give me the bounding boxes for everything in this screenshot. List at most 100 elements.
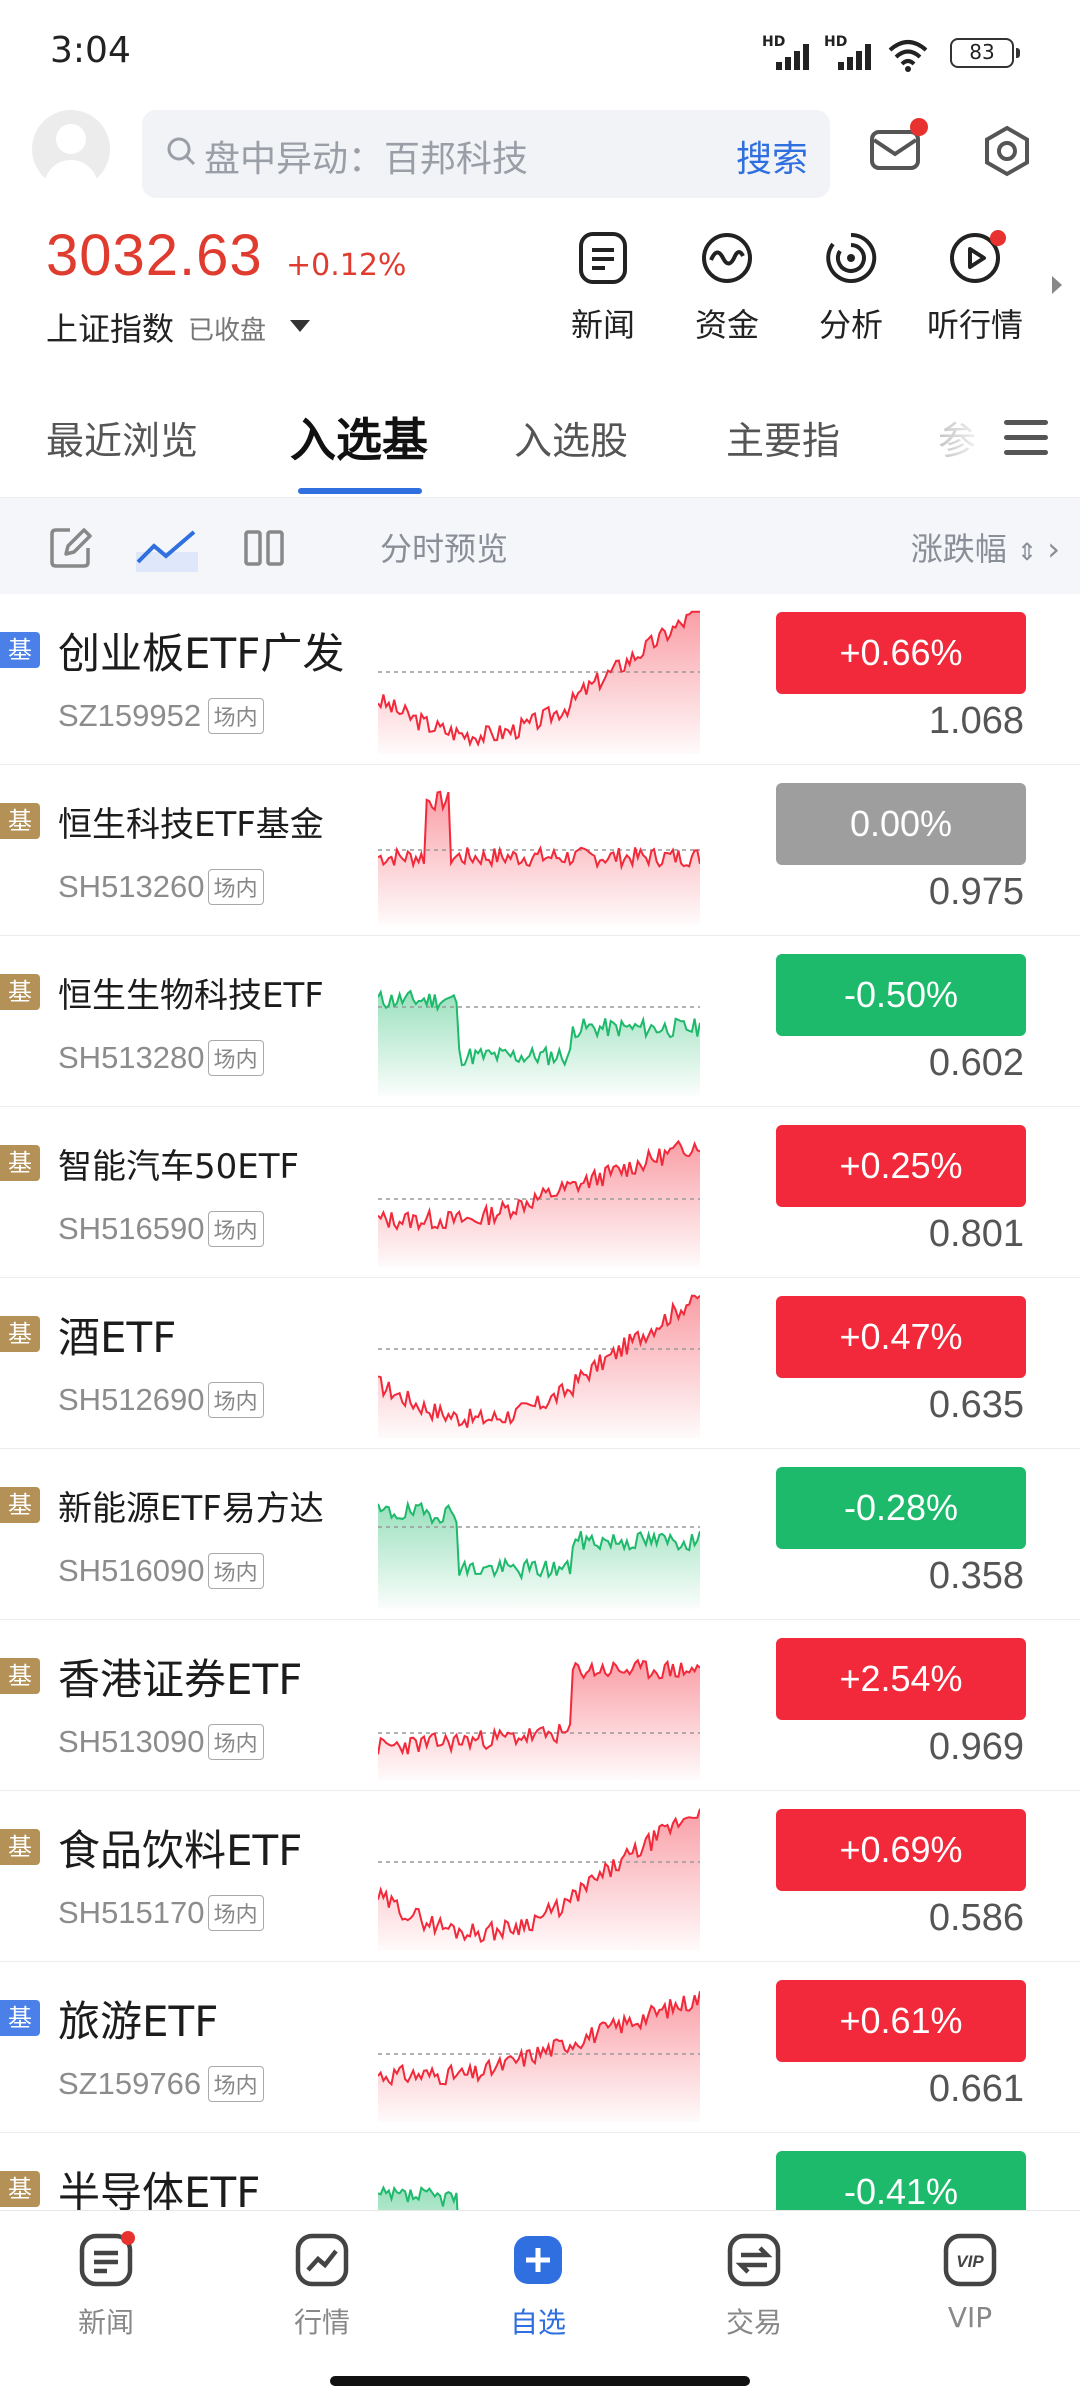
- fund-price: 0.969: [928, 1726, 1024, 1768]
- fund-code: SZ159766: [58, 2066, 202, 2101]
- fund-price: 0.975: [928, 871, 1024, 913]
- chevron-down-icon[interactable]: [290, 320, 310, 332]
- top-bar: 盘中异动：百邦科技 搜索: [0, 100, 1080, 210]
- nav-news[interactable]: 新闻: [36, 2231, 176, 2341]
- fund-name: 创业板ETF广发: [58, 629, 345, 678]
- tab-selected-stocks[interactable]: 入选股: [514, 410, 628, 465]
- fund-type-tag: 基: [0, 1487, 40, 1523]
- market-badge: 场内: [207, 1895, 264, 1931]
- list-item[interactable]: 基创业板ETF广发 SZ159952 场内 +0.66% 1.068: [0, 594, 1080, 765]
- mail-notification-dot: [910, 118, 928, 136]
- intraday-sparkline: [378, 1294, 700, 1438]
- quick-link-label: 分析: [818, 306, 883, 344]
- nav-trade[interactable]: 交易: [684, 2231, 824, 2341]
- change-badge[interactable]: -0.28%: [776, 1467, 1026, 1549]
- list-item[interactable]: 基半导体ETF -0.41%: [0, 2133, 1080, 2210]
- home-indicator: [330, 2376, 750, 2386]
- active-tab-indicator: [298, 488, 422, 494]
- tab-recent[interactable]: 最近浏览: [46, 410, 198, 465]
- change-badge[interactable]: +2.54%: [776, 1638, 1026, 1720]
- wifi-icon: [888, 40, 928, 72]
- index-name: 上证指数: [46, 310, 175, 348]
- avatar[interactable]: [32, 110, 110, 188]
- change-badge[interactable]: -0.50%: [776, 954, 1026, 1036]
- nav-market[interactable]: 行情: [252, 2231, 392, 2341]
- bottom-nav: 新闻 行情 自选 交易 VIP VIP: [0, 2210, 1080, 2400]
- search-bar[interactable]: 盘中异动：百邦科技 搜索: [142, 110, 830, 198]
- quick-link-label: 听行情: [926, 306, 1023, 344]
- analysis-icon: [826, 232, 877, 283]
- exchange-icon: [727, 2233, 781, 2287]
- index-summary[interactable]: 3032.63 +0.12% 上证指数 已收盘: [46, 222, 406, 348]
- nav-label: 交易: [725, 2306, 782, 2339]
- change-badge[interactable]: 0.00%: [776, 783, 1026, 865]
- line-chart-icon[interactable]: [136, 524, 198, 572]
- quick-link-listen[interactable]: 听行情: [920, 230, 1030, 346]
- change-badge[interactable]: +0.66%: [776, 612, 1026, 694]
- column-view-icon[interactable]: [240, 524, 288, 572]
- quick-link-analysis[interactable]: 分析: [796, 230, 906, 346]
- tab-selected-funds[interactable]: 入选基: [290, 404, 428, 470]
- search-button[interactable]: 搜索: [736, 130, 808, 182]
- nav-vip[interactable]: VIP VIP: [900, 2231, 1040, 2334]
- intraday-sparkline: [378, 1991, 700, 2122]
- list-item[interactable]: 基新能源ETF易方达 SH516090 场内 -0.28% 0.358: [0, 1449, 1080, 1620]
- sort-by-change[interactable]: 涨跌幅 ⇕ ›: [911, 524, 1060, 570]
- nav-label: 行情: [293, 2306, 350, 2339]
- news-notification-dot: [121, 2231, 135, 2245]
- add-icon: [514, 2236, 562, 2284]
- fund-code: SH516090: [58, 1553, 205, 1588]
- quick-link-funds[interactable]: 资金: [672, 230, 782, 346]
- market-badge: 场内: [207, 1040, 264, 1076]
- news-icon: [579, 232, 627, 284]
- fund-type-tag: 基: [0, 1316, 40, 1352]
- quick-link-label: 资金: [694, 306, 759, 344]
- fund-price: 0.801: [928, 1213, 1024, 1255]
- fund-price: 0.661: [928, 2068, 1024, 2110]
- sort-label: 涨跌幅: [910, 530, 1007, 568]
- nav-watchlist[interactable]: 自选: [468, 2231, 608, 2341]
- market-badge: 场内: [207, 869, 264, 905]
- intraday-sparkline: [378, 790, 700, 925]
- change-badge[interactable]: +0.69%: [776, 1809, 1026, 1891]
- fund-type-tag: 基: [0, 803, 40, 839]
- svg-text:VIP: VIP: [956, 2252, 984, 2271]
- change-badge[interactable]: +0.25%: [776, 1125, 1026, 1207]
- list-item[interactable]: 基酒ETF SH512690 场内 +0.47% 0.635: [0, 1278, 1080, 1449]
- intraday-sparkline: [378, 610, 700, 754]
- fund-name: 香港证券ETF: [58, 1655, 303, 1704]
- quick-link-label: 新闻: [570, 306, 635, 344]
- fund-name: 智能汽车50ETF: [58, 1147, 300, 1187]
- fund-list: 基创业板ETF广发 SZ159952 场内 +0.66% 1.068 基恒生科技ETF基金…: [0, 594, 1080, 2210]
- battery-icon: 83: [950, 38, 1020, 68]
- change-badge[interactable]: -0.41%: [776, 2151, 1026, 2210]
- list-item[interactable]: 基智能汽车50ETF SH516590 场内 +0.25% 0.801: [0, 1107, 1080, 1278]
- tab-main-index[interactable]: 主要指: [726, 410, 840, 465]
- change-badge[interactable]: +0.61%: [776, 1980, 1026, 2062]
- intraday-sparkline: [378, 989, 700, 1096]
- fund-name: 恒生科技ETF基金: [58, 805, 324, 845]
- list-item[interactable]: 基恒生科技ETF基金 SH513260 场内 0.00% 0.975: [0, 765, 1080, 936]
- settings-icon[interactable]: [980, 124, 1034, 178]
- fund-type-tag: 基: [0, 2171, 40, 2207]
- fund-code: SH515170: [58, 1895, 205, 1930]
- edit-icon[interactable]: [46, 524, 94, 572]
- list-item[interactable]: 基恒生生物科技ETF SH513280 场内 -0.50% 0.602: [0, 936, 1080, 1107]
- search-icon: [167, 137, 196, 166]
- vip-icon: VIP: [943, 2233, 997, 2287]
- list-item[interactable]: 基香港证券ETF SH513090 场内 +2.54% 0.969: [0, 1620, 1080, 1791]
- search-placeholder: 盘中异动：百邦科技: [204, 139, 529, 180]
- market-badge: 场内: [207, 1382, 264, 1418]
- fund-price: 1.068: [928, 700, 1024, 742]
- fund-name: 恒生生物科技ETF: [58, 976, 324, 1016]
- scroll-right-icon[interactable]: [1052, 276, 1062, 294]
- list-item[interactable]: 基食品饮料ETF SH515170 场内 +0.69% 0.586: [0, 1791, 1080, 1962]
- change-badge[interactable]: +0.47%: [776, 1296, 1026, 1378]
- list-item[interactable]: 基旅游ETF SZ159766 场内 +0.61% 0.661: [0, 1962, 1080, 2133]
- watchlist-tabs: 最近浏览 入选基 入选股 主要指 参: [0, 390, 1080, 498]
- intraday-sparkline: [378, 1499, 700, 1609]
- menu-icon[interactable]: [1004, 420, 1048, 456]
- intraday-sparkline: [378, 1139, 700, 1267]
- nav-label: 新闻: [77, 2306, 134, 2339]
- quick-link-news[interactable]: 新闻: [548, 230, 658, 346]
